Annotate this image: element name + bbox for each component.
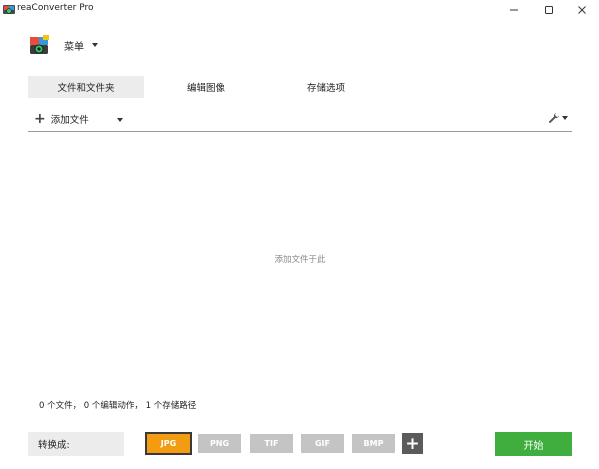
title-bar: reaConverter Pro [0,0,599,19]
maximize-button[interactable] [532,0,566,19]
close-icon [578,5,586,14]
chevron-down-icon [92,43,98,47]
format-png-button[interactable]: PNG [198,434,241,453]
drop-hint: 添加文件于此 [274,255,326,265]
format-tif-button[interactable]: TIF [250,434,293,453]
start-button[interactable]: 开始 [495,432,572,456]
plus-icon: + [34,111,46,127]
format-jpg-button[interactable]: JPG [145,432,192,455]
close-button[interactable] [565,0,599,19]
window-title: reaConverter Pro [17,3,94,13]
format-bmp-button[interactable]: BMP [352,434,395,453]
tab-bar: 文件和文件夹 编辑图像 存储选项 [28,76,384,98]
add-files-button[interactable]: + 添加文件 [34,111,89,127]
add-format-button[interactable]: + [402,433,423,454]
add-files-label: 添加文件 [50,115,89,126]
maximize-icon [545,5,553,14]
file-drop-zone[interactable]: 添加文件于此 [28,134,572,384]
minimize-icon [510,9,518,10]
main-menu-button[interactable]: 菜单 [29,31,98,59]
add-files-dropdown[interactable] [117,118,123,122]
wrench-icon [549,113,559,123]
menu-logo-icon [30,35,49,54]
tab-files-and-folders[interactable]: 文件和文件夹 [28,76,144,98]
status-summary: 0 个文件， 0 个编辑动作， 1 个存储路径 [39,401,197,411]
menu-label: 菜单 [64,41,84,53]
file-toolbar: + 添加文件 [28,108,572,132]
tools-dropdown-button[interactable] [548,112,568,124]
convert-to-label: 转换成: [28,432,124,456]
app-icon [3,5,15,14]
chevron-down-icon [562,116,568,120]
minimize-button[interactable] [497,0,531,19]
format-gif-button[interactable]: GIF [301,434,344,453]
tab-save-options[interactable]: 存储选项 [268,76,384,98]
tab-edit-images[interactable]: 编辑图像 [148,76,264,98]
